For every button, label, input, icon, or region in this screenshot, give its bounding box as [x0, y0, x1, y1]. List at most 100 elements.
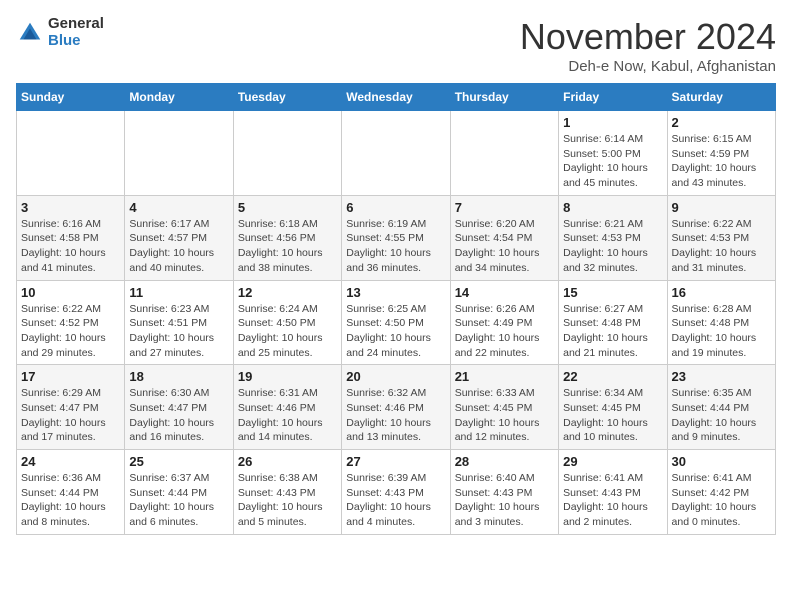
- day-cell: 16Sunrise: 6:28 AM Sunset: 4:48 PM Dayli…: [667, 280, 775, 365]
- day-number: 18: [129, 369, 228, 384]
- week-row-3: 10Sunrise: 6:22 AM Sunset: 4:52 PM Dayli…: [17, 280, 776, 365]
- day-detail: Sunrise: 6:41 AM Sunset: 4:43 PM Dayligh…: [563, 471, 662, 530]
- day-cell: 15 Sunrise: 6:27 AM Sunset: 4:48 PM Dayli…: [559, 280, 667, 365]
- calendar-table: SundayMondayTuesdayWednesdayThursdayFrid…: [16, 83, 776, 535]
- day-cell: [450, 111, 558, 196]
- day-number: 16: [672, 285, 771, 300]
- day-number: 11: [129, 285, 228, 300]
- day-detail: Sunrise: 6:25 AM Sunset: 4:50 PM Dayligh…: [346, 302, 445, 361]
- day-cell: 17 Sunrise: 6:29 AM Sunset: 4:47 PM Dayli…: [17, 365, 125, 450]
- day-cell: 27 Sunrise: 6:39 AM Sunset: 4:43 PM Dayli…: [342, 450, 450, 535]
- calendar-header: SundayMondayTuesdayWednesdayThursdayFrid…: [17, 84, 776, 111]
- day-number: 24: [21, 454, 120, 469]
- week-row-5: 24 Sunrise: 6:36 AM Sunset: 4:44 PM Dayli…: [17, 450, 776, 535]
- day-number: 4: [129, 200, 228, 215]
- day-detail: Sunrise: 6:30 AM Sunset: 4:47 PM Dayligh…: [129, 386, 228, 445]
- logo-icon: [16, 19, 44, 47]
- day-number: 20: [346, 369, 445, 384]
- title-block: November 2024 Deh-e Now, Kabul, Afghanis…: [520, 16, 776, 75]
- day-number: 2: [672, 115, 771, 130]
- day-number: 13: [346, 285, 445, 300]
- day-number: 19: [238, 369, 337, 384]
- header-cell-saturday: Saturday: [667, 84, 775, 111]
- day-detail: Sunrise: 6:38 AM Sunset: 4:43 PM Dayligh…: [238, 471, 337, 530]
- day-number: 5: [238, 200, 337, 215]
- logo-text: General Blue: [48, 16, 104, 49]
- day-cell: 21Sunrise: 6:33 AM Sunset: 4:45 PM Dayli…: [450, 365, 558, 450]
- day-number: 26: [238, 454, 337, 469]
- header-cell-thursday: Thursday: [450, 84, 558, 111]
- day-number: 12: [238, 285, 337, 300]
- day-cell: 29 Sunrise: 6:41 AM Sunset: 4:43 PM Dayli…: [559, 450, 667, 535]
- day-cell: 5 Sunrise: 6:18 AM Sunset: 4:56 PM Daylig…: [233, 195, 341, 280]
- header-cell-friday: Friday: [559, 84, 667, 111]
- day-detail: Sunrise: 6:15 AM Sunset: 4:59 PM Dayligh…: [672, 132, 771, 191]
- day-detail: Sunrise: 6:14 AM Sunset: 5:00 PM Dayligh…: [563, 132, 662, 191]
- calendar-body: 1 Sunrise: 6:14 AM Sunset: 5:00 PM Daylig…: [17, 111, 776, 535]
- day-detail: Sunrise: 6:29 AM Sunset: 4:47 PM Dayligh…: [21, 386, 120, 445]
- day-cell: 28 Sunrise: 6:40 AM Sunset: 4:43 PM Dayli…: [450, 450, 558, 535]
- day-number: 28: [455, 454, 554, 469]
- day-number: 23: [672, 369, 771, 384]
- day-number: 9: [672, 200, 771, 215]
- day-cell: 7Sunrise: 6:20 AM Sunset: 4:54 PM Daylig…: [450, 195, 558, 280]
- day-detail: Sunrise: 6:34 AM Sunset: 4:45 PM Dayligh…: [563, 386, 662, 445]
- day-number: 1: [563, 115, 662, 130]
- header-cell-wednesday: Wednesday: [342, 84, 450, 111]
- week-row-4: 17 Sunrise: 6:29 AM Sunset: 4:47 PM Dayli…: [17, 365, 776, 450]
- logo: General Blue: [16, 16, 104, 49]
- day-number: 3: [21, 200, 120, 215]
- day-cell: 13 Sunrise: 6:25 AM Sunset: 4:50 PM Dayli…: [342, 280, 450, 365]
- header-cell-tuesday: Tuesday: [233, 84, 341, 111]
- day-detail: Sunrise: 6:41 AM Sunset: 4:42 PM Dayligh…: [672, 471, 771, 530]
- day-detail: Sunrise: 6:32 AM Sunset: 4:46 PM Dayligh…: [346, 386, 445, 445]
- day-detail: Sunrise: 6:37 AM Sunset: 4:44 PM Dayligh…: [129, 471, 228, 530]
- page-header: General Blue November 2024 Deh-e Now, Ka…: [16, 16, 776, 75]
- day-cell: 19 Sunrise: 6:31 AM Sunset: 4:46 PM Dayli…: [233, 365, 341, 450]
- day-cell: 10Sunrise: 6:22 AM Sunset: 4:52 PM Dayli…: [17, 280, 125, 365]
- day-cell: 23 Sunrise: 6:35 AM Sunset: 4:44 PM Dayli…: [667, 365, 775, 450]
- day-detail: Sunrise: 6:22 AM Sunset: 4:53 PM Dayligh…: [672, 217, 771, 276]
- week-row-1: 1 Sunrise: 6:14 AM Sunset: 5:00 PM Daylig…: [17, 111, 776, 196]
- day-detail: Sunrise: 6:18 AM Sunset: 4:56 PM Dayligh…: [238, 217, 337, 276]
- logo-blue-text: Blue: [48, 33, 104, 50]
- day-detail: Sunrise: 6:36 AM Sunset: 4:44 PM Dayligh…: [21, 471, 120, 530]
- day-detail: Sunrise: 6:39 AM Sunset: 4:43 PM Dayligh…: [346, 471, 445, 530]
- day-cell: 2 Sunrise: 6:15 AM Sunset: 4:59 PM Daylig…: [667, 111, 775, 196]
- day-number: 6: [346, 200, 445, 215]
- day-detail: Sunrise: 6:19 AM Sunset: 4:55 PM Dayligh…: [346, 217, 445, 276]
- day-cell: 9 Sunrise: 6:22 AM Sunset: 4:53 PM Daylig…: [667, 195, 775, 280]
- logo-general-text: General: [48, 16, 104, 33]
- day-cell: 30Sunrise: 6:41 AM Sunset: 4:42 PM Dayli…: [667, 450, 775, 535]
- day-cell: 20 Sunrise: 6:32 AM Sunset: 4:46 PM Dayli…: [342, 365, 450, 450]
- day-number: 21: [455, 369, 554, 384]
- day-number: 17: [21, 369, 120, 384]
- day-detail: Sunrise: 6:31 AM Sunset: 4:46 PM Dayligh…: [238, 386, 337, 445]
- day-cell: 1 Sunrise: 6:14 AM Sunset: 5:00 PM Daylig…: [559, 111, 667, 196]
- header-cell-monday: Monday: [125, 84, 233, 111]
- day-number: 25: [129, 454, 228, 469]
- day-number: 15: [563, 285, 662, 300]
- day-cell: [233, 111, 341, 196]
- day-number: 29: [563, 454, 662, 469]
- day-cell: 4Sunrise: 6:17 AM Sunset: 4:57 PM Daylig…: [125, 195, 233, 280]
- day-number: 8: [563, 200, 662, 215]
- day-detail: Sunrise: 6:40 AM Sunset: 4:43 PM Dayligh…: [455, 471, 554, 530]
- day-cell: [125, 111, 233, 196]
- day-cell: 8 Sunrise: 6:21 AM Sunset: 4:53 PM Daylig…: [559, 195, 667, 280]
- day-detail: Sunrise: 6:21 AM Sunset: 4:53 PM Dayligh…: [563, 217, 662, 276]
- day-detail: Sunrise: 6:16 AM Sunset: 4:58 PM Dayligh…: [21, 217, 120, 276]
- day-number: 10: [21, 285, 120, 300]
- day-cell: 11Sunrise: 6:23 AM Sunset: 4:51 PM Dayli…: [125, 280, 233, 365]
- week-row-2: 3 Sunrise: 6:16 AM Sunset: 4:58 PM Daylig…: [17, 195, 776, 280]
- day-cell: 6 Sunrise: 6:19 AM Sunset: 4:55 PM Daylig…: [342, 195, 450, 280]
- day-cell: 25 Sunrise: 6:37 AM Sunset: 4:44 PM Dayli…: [125, 450, 233, 535]
- location-subtitle: Deh-e Now, Kabul, Afghanistan: [520, 58, 776, 75]
- day-detail: Sunrise: 6:27 AM Sunset: 4:48 PM Dayligh…: [563, 302, 662, 361]
- day-number: 14: [455, 285, 554, 300]
- day-cell: [17, 111, 125, 196]
- day-detail: Sunrise: 6:35 AM Sunset: 4:44 PM Dayligh…: [672, 386, 771, 445]
- day-detail: Sunrise: 6:20 AM Sunset: 4:54 PM Dayligh…: [455, 217, 554, 276]
- day-number: 27: [346, 454, 445, 469]
- day-number: 22: [563, 369, 662, 384]
